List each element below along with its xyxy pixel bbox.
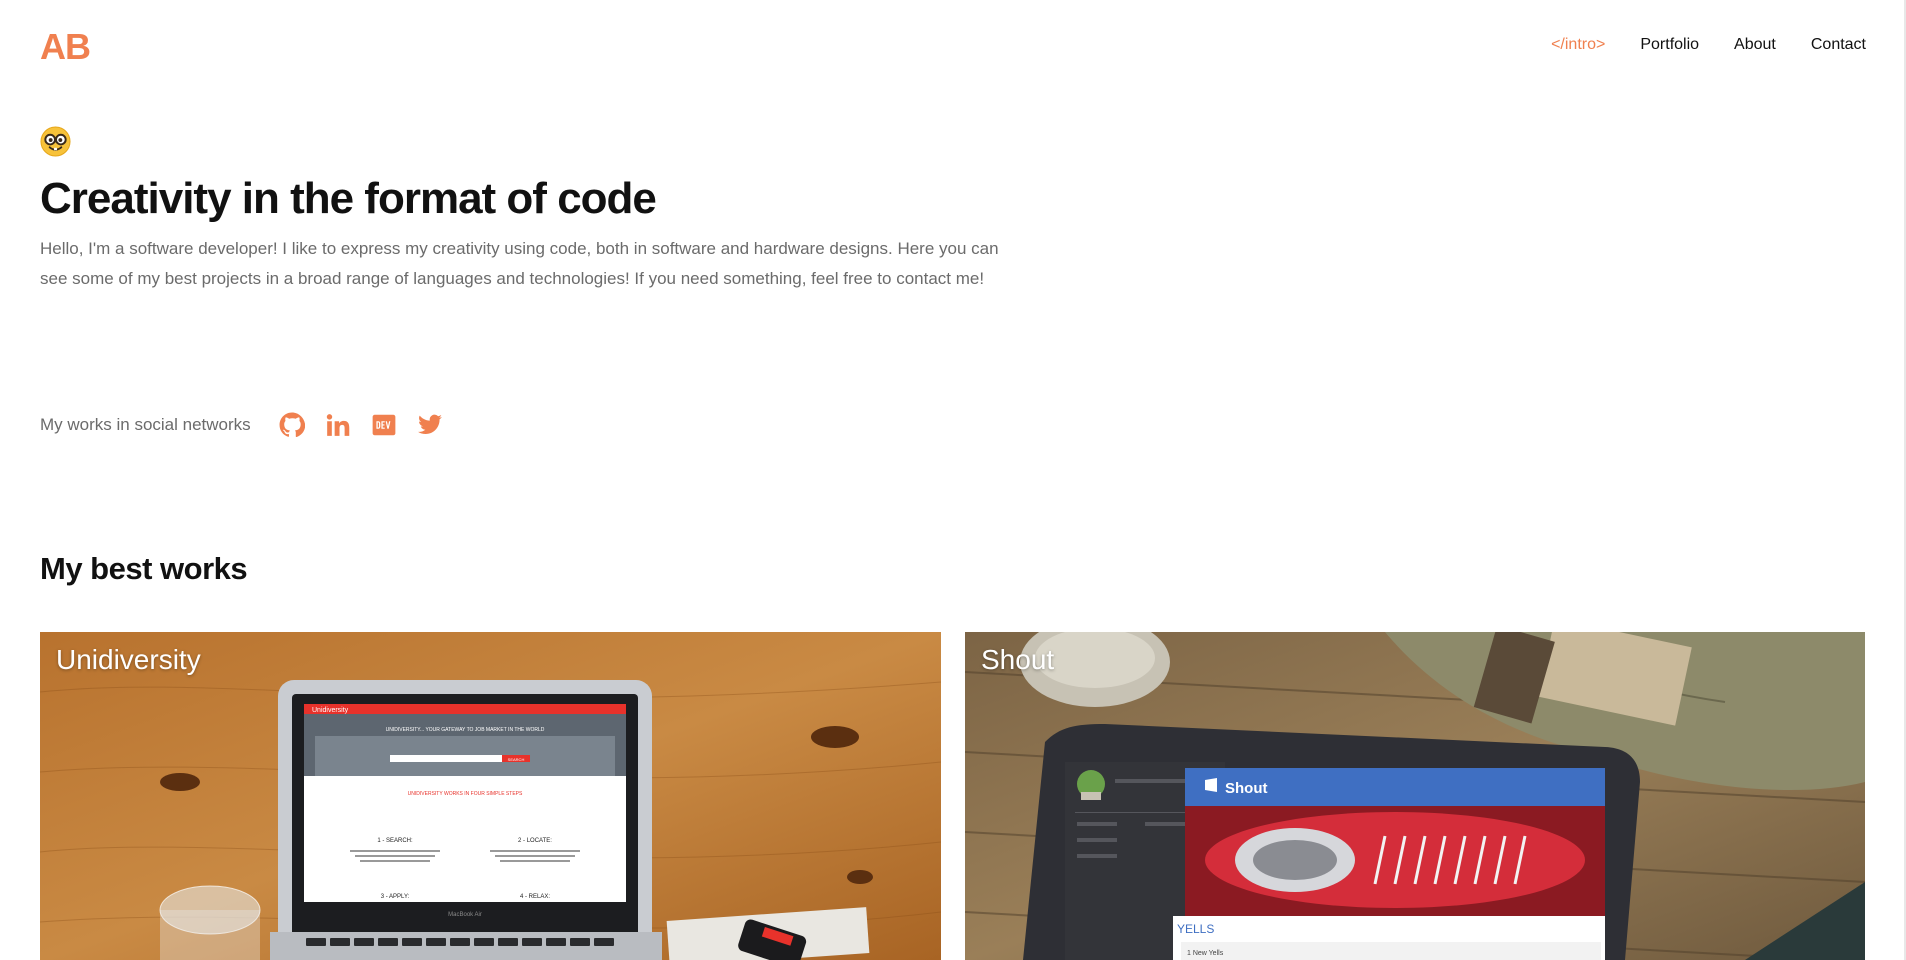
- nav-link-about[interactable]: About: [1734, 36, 1776, 54]
- github-icon[interactable]: [279, 412, 305, 438]
- laptop-model: MacBook Air: [448, 912, 482, 918]
- hero-title: Creativity in the format of code: [40, 174, 657, 223]
- work-card-unidiversity[interactable]: Unidiversity UNIDIVERSITY... YOUR GATEWA…: [40, 632, 941, 960]
- screen-step-1: 1 - SEARCH:: [377, 838, 413, 844]
- nav-link-portfolio[interactable]: Portfolio: [1640, 36, 1699, 54]
- shout-item: 1 New Yells: [1187, 950, 1224, 957]
- screen-step-3: 3 - APPLY:: [381, 894, 410, 900]
- screen-step-4: 4 - RELAX:: [520, 894, 550, 900]
- nerd-face-emoji-icon: [40, 126, 71, 157]
- dev-icon[interactable]: [371, 412, 397, 438]
- social-label: My works in social networks: [40, 415, 251, 434]
- linkedin-icon[interactable]: [325, 412, 351, 438]
- screen-brand: Unidiversity: [312, 707, 349, 714]
- work-card-title: Shout: [981, 644, 1055, 675]
- social-links: My works in social networks: [40, 412, 463, 438]
- main-nav: </intro> Portfolio About Contact: [1551, 36, 1866, 54]
- screen-search-button: SEARCH: [508, 757, 525, 762]
- shout-section: YELLS: [1177, 922, 1214, 936]
- shout-photo: Shout YELLS 1 New Yells: [965, 632, 1865, 960]
- best-works-title: My best works: [40, 551, 248, 586]
- nav-link-contact[interactable]: Contact: [1811, 36, 1866, 54]
- screen-tagline: UNIDIVERSITY... YOUR GATEWAY TO JOB MARK…: [386, 727, 545, 733]
- unidiversity-photo: Unidiversity UNIDIVERSITY... YOUR GATEWA…: [40, 632, 941, 960]
- screen-step-2: 2 - LOCATE:: [518, 838, 552, 844]
- shout-app-name: Shout: [1225, 780, 1268, 797]
- work-card-title: Unidiversity: [56, 644, 201, 675]
- site-logo[interactable]: AB: [40, 26, 91, 68]
- screen-subheading: UNIDIVERSITY WORKS IN FOUR SIMPLE STEPS: [408, 791, 523, 797]
- work-card-shout[interactable]: Shout YELLS 1 New Yells Shout: [965, 632, 1865, 960]
- nav-link-intro[interactable]: </intro>: [1551, 36, 1605, 54]
- hero-description: Hello, I'm a software developer! I like …: [40, 239, 999, 288]
- twitter-icon[interactable]: [417, 412, 443, 438]
